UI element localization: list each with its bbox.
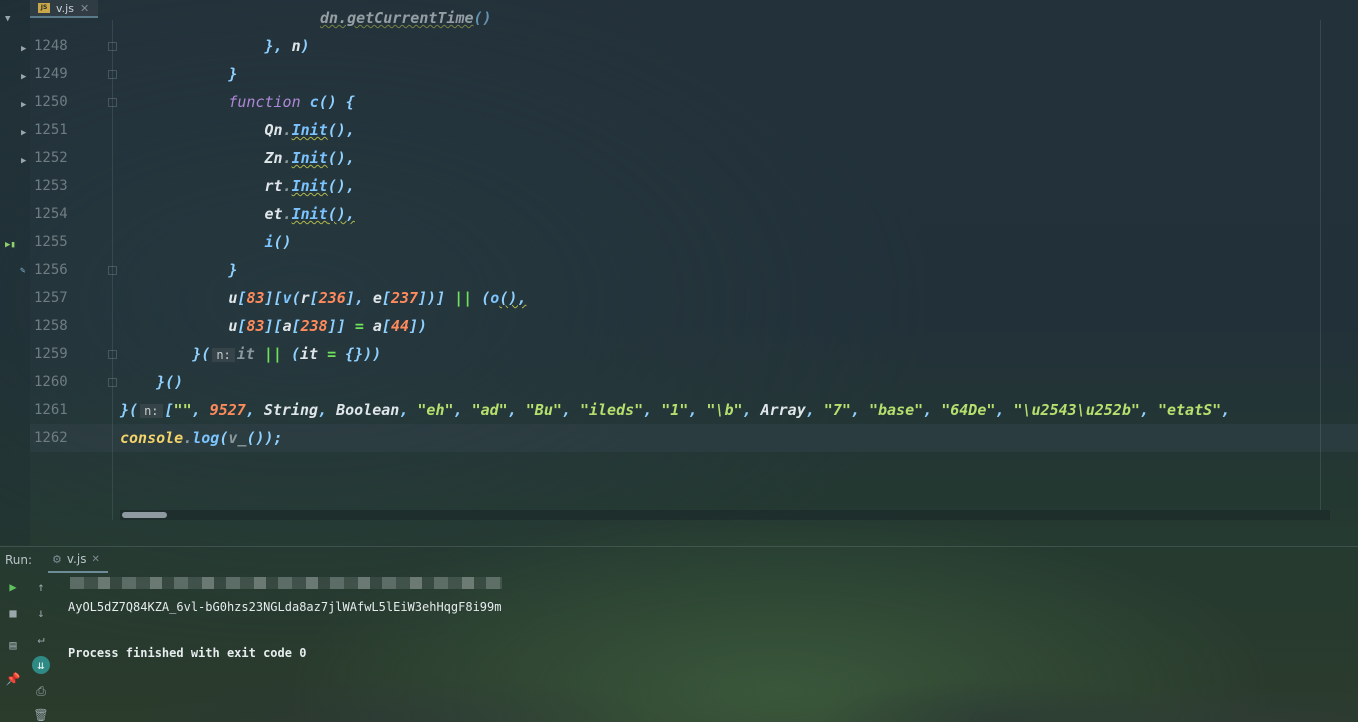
line-number: 1262 xyxy=(34,430,68,446)
line-number: 1254 xyxy=(34,206,68,222)
line-number: 1248 xyxy=(34,38,68,54)
run-toolbar: ▶ ↑ ■ ↓ ↵ ▤ ⇊ 📌 ⎙ 🗑 xyxy=(0,572,56,722)
code-line: et.Init(), xyxy=(264,205,355,223)
line-number: 1252 xyxy=(34,150,68,166)
line-number: 1253 xyxy=(34,178,68,194)
code-line: rt.Init(), xyxy=(264,177,355,195)
background-mountains xyxy=(0,600,1358,722)
js-file-icon: JS xyxy=(38,3,50,13)
line-number: 1258 xyxy=(34,318,68,334)
fold-marker-icon[interactable] xyxy=(108,266,117,275)
expand-arrow-icon[interactable]: ▶ xyxy=(21,100,26,110)
editor-tab[interactable]: JS v.js ✕ xyxy=(30,0,98,18)
line-number: 1256 xyxy=(34,262,68,278)
scroll-to-end-icon[interactable]: ⇊ xyxy=(32,656,50,674)
console-output-line: AyOL5dZ7Q84KZA_6vl-bG0hzs23NGLda8az7jlWA… xyxy=(68,600,502,614)
redacted-output-line xyxy=(70,577,502,589)
code-line: Zn.Init(), xyxy=(264,149,355,167)
run-tab-label: v.js xyxy=(66,552,87,566)
code-line: }(n: it || (it = {})) xyxy=(120,345,382,363)
gear-icon: ⚙ xyxy=(52,552,62,566)
fold-marker-icon[interactable] xyxy=(108,98,117,107)
trash-icon[interactable]: 🗑 xyxy=(32,706,50,722)
library-icon[interactable]: ▶▮ xyxy=(5,240,16,250)
code-line: } xyxy=(120,65,238,83)
code-line: u[83][a[238]] = a[44]) xyxy=(228,317,428,335)
line-number: 1251 xyxy=(34,122,68,138)
rerun-icon[interactable]: ▶ xyxy=(4,578,22,596)
line-number: 1257 xyxy=(34,290,68,306)
down-arrow-icon[interactable]: ↓ xyxy=(32,604,50,622)
fold-marker-icon[interactable] xyxy=(108,378,117,387)
print-icon[interactable]: ⎙ xyxy=(32,682,50,700)
close-icon[interactable]: ✕ xyxy=(91,554,99,565)
expand-arrow-icon[interactable]: ▶ xyxy=(21,72,26,82)
expand-arrow-icon[interactable]: ▶ xyxy=(21,44,26,54)
code-line: }(n: ["", 9527, String, Boolean, "eh", "a… xyxy=(120,401,1231,419)
right-margin-guide xyxy=(1320,20,1321,510)
parameter-hint: n: xyxy=(212,348,235,362)
run-label: Run: xyxy=(5,553,33,567)
fold-marker-icon[interactable] xyxy=(108,70,117,79)
code-line: }() xyxy=(120,373,184,391)
fold-marker-icon[interactable] xyxy=(108,350,117,359)
collapse-arrow-icon[interactable]: ▼ xyxy=(5,14,10,24)
process-exit-message: Process finished with exit code 0 xyxy=(68,646,307,660)
line-number: 1250 xyxy=(34,94,68,110)
code-line: } xyxy=(120,261,238,279)
layout-icon[interactable]: ▤ xyxy=(4,636,22,654)
expand-arrow-icon[interactable]: ▶ xyxy=(21,156,26,166)
scrollbar-thumb[interactable] xyxy=(122,512,167,518)
horizontal-scrollbar[interactable] xyxy=(120,510,1330,520)
fold-marker-icon[interactable] xyxy=(108,42,117,51)
editor-tab-label: v.js xyxy=(56,1,74,15)
close-icon[interactable]: ✕ xyxy=(80,2,89,15)
stop-icon[interactable]: ■ xyxy=(4,604,22,622)
scratch-icon[interactable]: ✎ xyxy=(20,266,25,276)
line-number: 1261 xyxy=(34,402,68,418)
up-arrow-icon[interactable]: ↑ xyxy=(32,578,50,596)
parameter-hint: n: xyxy=(140,404,163,418)
code-line: u[83][v(r[236], e[237])] || (o(), xyxy=(228,289,527,307)
line-number: 1260 xyxy=(34,374,68,390)
code-line-partial: dn.getCurrentTime() xyxy=(320,9,492,27)
run-panel-header: Run: ⚙ v.js ✕ xyxy=(0,546,1358,573)
project-tool-strip: ▼ ▶ ▶ ▶ ▶ ▶ ▶▮ ✎ xyxy=(0,0,30,545)
run-tab[interactable]: ⚙ v.js ✕ xyxy=(48,547,108,573)
line-number: 1249 xyxy=(34,66,68,82)
pin-icon[interactable]: 📌 xyxy=(4,670,22,688)
soft-wrap-icon[interactable]: ↵ xyxy=(32,630,50,648)
code-line: }, n) xyxy=(120,37,310,55)
code-line: function c() { xyxy=(228,93,355,111)
code-line: i() xyxy=(264,233,292,251)
code-line-current: console.log(v_()); xyxy=(120,429,283,447)
line-number: 1259 xyxy=(34,346,68,362)
code-line: Qn.Init(), xyxy=(264,121,355,139)
line-number: 1255 xyxy=(34,234,68,250)
expand-arrow-icon[interactable]: ▶ xyxy=(21,128,26,138)
